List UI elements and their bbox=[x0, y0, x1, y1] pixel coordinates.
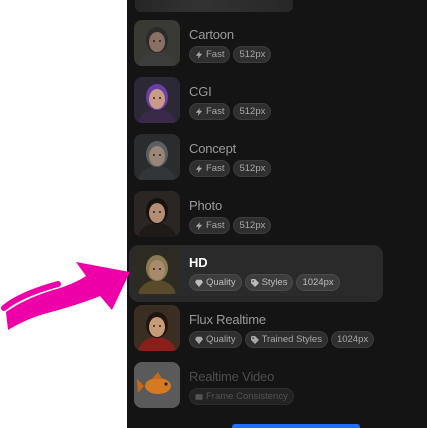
annotation-arrow bbox=[1, 262, 130, 330]
model-tag: Fast bbox=[189, 46, 231, 63]
model-tag-label: Fast bbox=[206, 49, 225, 60]
model-tag: 512px bbox=[233, 217, 272, 234]
model-tag-label: Fast bbox=[206, 220, 225, 231]
bolt-icon bbox=[195, 107, 203, 116]
model-name: CGI bbox=[189, 84, 212, 99]
model-tags: Quality Trained Styles 1024px bbox=[189, 331, 375, 348]
model-tag: 512px bbox=[233, 103, 272, 120]
tag-icon bbox=[250, 335, 259, 344]
model-tag-label: Trained Styles bbox=[261, 334, 322, 345]
model-thumbnail bbox=[134, 191, 180, 237]
model-tag: Frame Consistency bbox=[189, 388, 294, 405]
model-option-realtime-video[interactable]: Realtime Video Frame Consistency bbox=[129, 359, 383, 416]
model-tags: Frame Consistency bbox=[189, 388, 294, 405]
model-tag: Quality bbox=[189, 274, 242, 291]
model-option-hd[interactable]: HD Quality Styles 1024px bbox=[129, 245, 383, 302]
model-tag-label: 512px bbox=[239, 163, 266, 174]
model-option-concept[interactable]: Concept Fast 512px bbox=[129, 131, 383, 188]
model-tag: Fast bbox=[189, 217, 231, 234]
bolt-icon bbox=[195, 50, 203, 59]
model-tags: Fast 512px bbox=[189, 217, 272, 234]
diamond-icon bbox=[195, 279, 203, 287]
model-tag: 512px bbox=[233, 46, 272, 63]
model-tag: Trained Styles bbox=[244, 331, 328, 348]
model-tag-label: 512px bbox=[239, 106, 266, 117]
model-option-cartoon[interactable]: Cartoon Fast 512px bbox=[129, 17, 383, 74]
model-tag-label: 512px bbox=[239, 49, 266, 60]
tag-icon bbox=[250, 278, 259, 287]
model-thumbnail bbox=[134, 305, 180, 351]
diamond-icon bbox=[195, 336, 203, 344]
model-tag-label: Styles bbox=[261, 277, 288, 288]
model-thumbnail bbox=[134, 77, 180, 123]
model-tag-label: 512px bbox=[239, 220, 266, 231]
model-option-photo[interactable]: Photo Fast 512px bbox=[129, 188, 383, 245]
model-tag-label: Quality bbox=[206, 277, 236, 288]
model-name: Realtime Video bbox=[189, 369, 275, 384]
model-name: HD bbox=[189, 255, 208, 270]
model-name: Photo bbox=[189, 198, 222, 213]
model-tags: Quality Styles 1024px bbox=[189, 274, 340, 291]
model-tag: Styles bbox=[244, 274, 294, 291]
model-tag: Fast bbox=[189, 160, 231, 177]
model-tags: Fast 512px bbox=[189, 103, 272, 120]
model-tag: Quality bbox=[189, 331, 242, 348]
model-name: Cartoon bbox=[189, 27, 234, 42]
model-tag-label: Fast bbox=[206, 163, 225, 174]
model-thumbnail bbox=[134, 134, 180, 180]
film-icon bbox=[195, 393, 203, 401]
model-tag: 1024px bbox=[330, 331, 375, 348]
model-name: Flux Realtime bbox=[189, 312, 266, 327]
model-list: Cartoon Fast 512px CGI Fast 512px Concept Fast 5… bbox=[127, 17, 427, 416]
bolt-icon bbox=[195, 164, 203, 173]
accent-bar bbox=[232, 424, 360, 428]
model-tags: Fast 512px bbox=[189, 160, 272, 177]
model-option-cgi[interactable]: CGI Fast 512px bbox=[129, 74, 383, 131]
previous-item-edge bbox=[135, 0, 293, 12]
model-tag: 512px bbox=[233, 160, 272, 177]
bolt-icon bbox=[195, 221, 203, 230]
model-tag: 1024px bbox=[296, 274, 340, 291]
model-selector-panel: Cartoon Fast 512px CGI Fast 512px Concept Fast 5… bbox=[127, 0, 427, 428]
model-tag-label: 1024px bbox=[336, 334, 369, 345]
model-tag-label: Frame Consistency bbox=[206, 391, 288, 402]
model-option-flux-realtime[interactable]: Flux Realtime Quality Trained Styles 1024px bbox=[129, 302, 383, 359]
model-tag: Fast bbox=[189, 103, 231, 120]
model-tag-label: Quality bbox=[206, 334, 236, 345]
model-tag-label: Fast bbox=[206, 106, 225, 117]
model-tag-label: 1024px bbox=[302, 277, 334, 288]
model-thumbnail bbox=[134, 248, 180, 294]
model-tags: Fast 512px bbox=[189, 46, 272, 63]
model-thumbnail bbox=[134, 362, 180, 408]
model-name: Concept bbox=[189, 141, 237, 156]
model-thumbnail bbox=[134, 20, 180, 66]
